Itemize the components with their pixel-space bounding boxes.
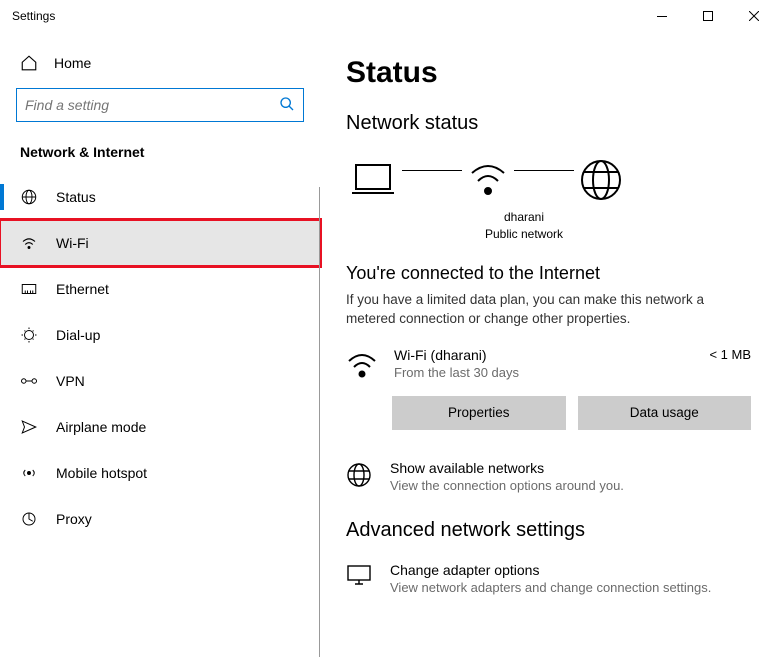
globe-icon bbox=[20, 188, 38, 206]
available-title: Show available networks bbox=[390, 460, 624, 476]
adapter-sub: View network adapters and change connect… bbox=[390, 580, 711, 595]
sidebar-item-ethernet[interactable]: Ethernet bbox=[0, 266, 320, 312]
nav-label: VPN bbox=[56, 373, 85, 389]
sidebar-item-vpn[interactable]: VPN bbox=[0, 358, 320, 404]
maximize-button[interactable] bbox=[685, 0, 731, 32]
nav-label: Wi-Fi bbox=[56, 235, 89, 251]
sidebar-item-airplane[interactable]: Airplane mode bbox=[0, 404, 320, 450]
connection-sub: From the last 30 days bbox=[394, 365, 695, 380]
available-sub: View the connection options around you. bbox=[390, 478, 624, 493]
home-icon bbox=[20, 54, 38, 72]
window-controls bbox=[639, 0, 777, 32]
home-link[interactable]: Home bbox=[0, 44, 320, 88]
connected-desc: If you have a limited data plan, you can… bbox=[346, 290, 751, 329]
adapter-options-link[interactable]: Change adapter options View network adap… bbox=[346, 562, 751, 595]
available-networks-link[interactable]: Show available networks View the connect… bbox=[346, 460, 751, 493]
dialup-icon bbox=[20, 326, 38, 344]
connection-name: Wi-Fi (dharani) bbox=[394, 347, 695, 363]
sidebar-item-hotspot[interactable]: Mobile hotspot bbox=[0, 450, 320, 496]
home-label: Home bbox=[54, 55, 91, 71]
main-panel: Status Network status dharani Public net… bbox=[320, 32, 777, 634]
nav-label: Proxy bbox=[56, 511, 92, 527]
sidebar-item-wifi[interactable]: Wi-Fi bbox=[0, 220, 320, 266]
network-diagram bbox=[348, 157, 751, 203]
ethernet-icon bbox=[20, 280, 38, 298]
network-type: Public network bbox=[464, 226, 584, 243]
sidebar-item-dialup[interactable]: Dial-up bbox=[0, 312, 320, 358]
data-usage-value: < 1 MB bbox=[709, 347, 751, 362]
search-input[interactable] bbox=[16, 88, 304, 122]
wifi-icon bbox=[346, 347, 380, 382]
proxy-icon bbox=[20, 510, 38, 528]
laptop-icon bbox=[348, 159, 398, 201]
globe-icon bbox=[578, 157, 624, 203]
airplane-icon bbox=[20, 418, 38, 436]
page-title: Status bbox=[346, 56, 751, 90]
sidebar: Home Network & Internet Status Wi-Fi bbox=[0, 32, 320, 634]
nav-label: Mobile hotspot bbox=[56, 465, 147, 481]
network-name: dharani bbox=[464, 209, 584, 226]
close-button[interactable] bbox=[731, 0, 777, 32]
connected-heading: You're connected to the Internet bbox=[346, 263, 751, 284]
nav-label: Status bbox=[56, 189, 96, 205]
search-icon bbox=[279, 96, 295, 115]
titlebar: Settings bbox=[0, 0, 777, 32]
wifi-icon bbox=[20, 234, 38, 252]
hotspot-icon bbox=[20, 464, 38, 482]
diagram-labels: dharani Public network bbox=[464, 209, 584, 243]
properties-button[interactable]: Properties bbox=[392, 396, 566, 430]
divider bbox=[319, 187, 320, 657]
data-usage-button[interactable]: Data usage bbox=[578, 396, 752, 430]
nav-label: Airplane mode bbox=[56, 419, 146, 435]
advanced-heading: Advanced network settings bbox=[346, 519, 751, 542]
router-wifi-icon bbox=[466, 159, 510, 201]
network-status-heading: Network status bbox=[346, 112, 751, 135]
nav-label: Ethernet bbox=[56, 281, 109, 297]
vpn-icon bbox=[20, 374, 38, 388]
search-field[interactable] bbox=[25, 97, 279, 113]
sidebar-item-status[interactable]: Status bbox=[0, 174, 320, 220]
globe-icon bbox=[346, 460, 376, 491]
adapter-icon bbox=[346, 562, 376, 589]
adapter-title: Change adapter options bbox=[390, 562, 711, 578]
minimize-button[interactable] bbox=[639, 0, 685, 32]
sidebar-item-proxy[interactable]: Proxy bbox=[0, 496, 320, 542]
window-title: Settings bbox=[12, 9, 55, 23]
nav-label: Dial-up bbox=[56, 327, 100, 343]
section-heading: Network & Internet bbox=[0, 144, 320, 174]
connection-row: Wi-Fi (dharani) From the last 30 days < … bbox=[346, 347, 751, 382]
